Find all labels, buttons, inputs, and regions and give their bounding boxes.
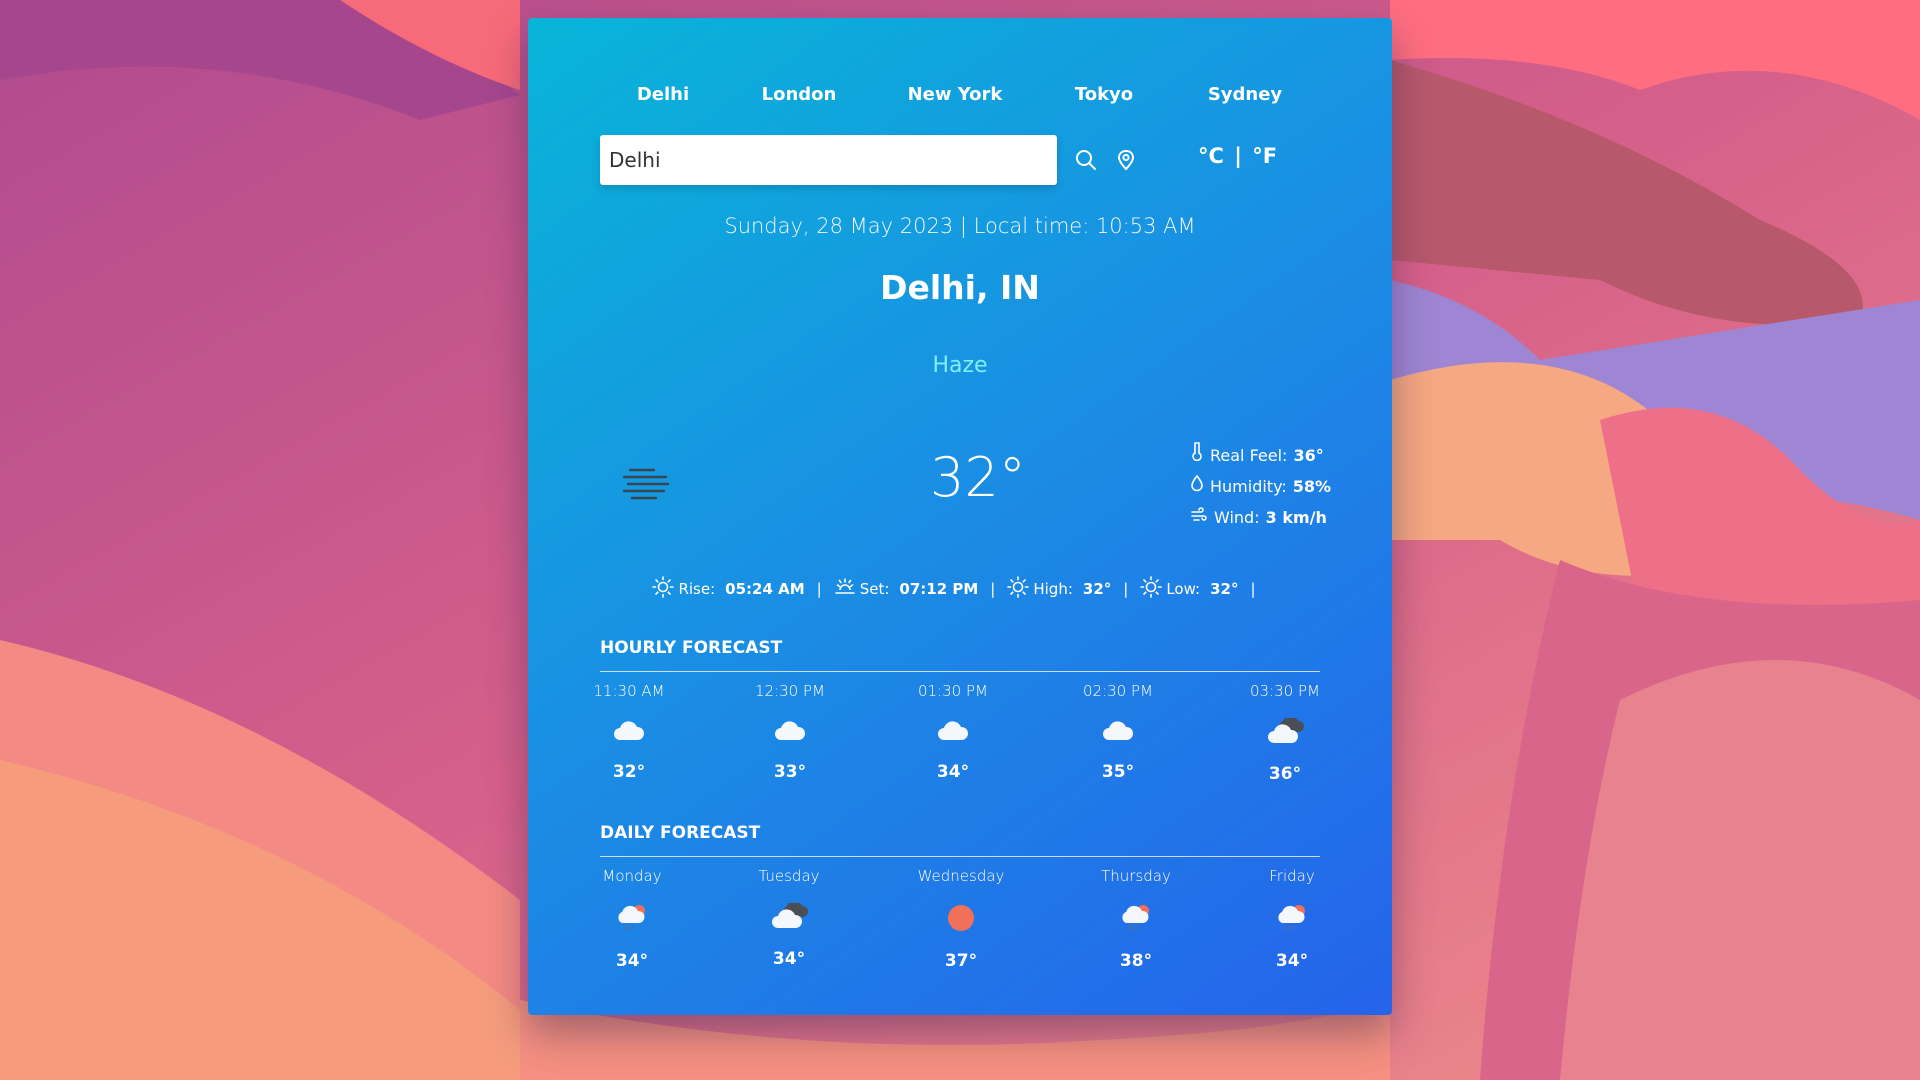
broken-clouds-icon [719, 900, 859, 935]
high-value: 32° [1082, 580, 1112, 598]
location-title: Delhi, IN [880, 268, 1040, 307]
daily-forecast-title: DAILY FORECAST [600, 823, 761, 843]
day-label: Monday [602, 867, 662, 885]
day-label: Wednesday [917, 867, 1005, 885]
weather-card: Delhi London New York Tokyo Sydney °C | … [528, 18, 1392, 1015]
high-label: High: [1033, 580, 1073, 598]
city-link-london[interactable]: London [762, 84, 837, 105]
humidity-value: 58% [1292, 477, 1332, 496]
day-temp: 34° [772, 949, 806, 969]
hourly-forecast-title: HOURLY FORECAST [600, 638, 783, 658]
real-feel-label: Real Feel: [1210, 446, 1288, 465]
date-time-text: Sunday, 28 May 2023 | Local time: 10:53 … [724, 214, 1196, 238]
weather-condition: Haze [932, 353, 988, 378]
hourly-forecast-item: 11:30 AM 32° [559, 682, 699, 782]
wind-icon [1190, 502, 1208, 533]
hourly-forecast-item: 02:30 PM 35° [1048, 682, 1188, 782]
city-link-sydney[interactable]: Sydney [1208, 84, 1282, 105]
droplet-icon [1190, 471, 1204, 502]
hour-label: 11:30 AM [593, 682, 665, 700]
hour-label: 02:30 PM [1083, 682, 1153, 700]
hourly-forecast-item: 03:30 PM 36° [1215, 682, 1355, 784]
wind-row: Wind: 3 km/h [1190, 502, 1331, 533]
daily-forecast-item: Tuesday 34° [719, 867, 859, 969]
city-link-delhi[interactable]: Delhi [637, 84, 689, 105]
low-temp-item: Low: 32° [1140, 576, 1238, 602]
separator: | [1250, 580, 1256, 598]
sun-icon [1007, 576, 1030, 602]
weather-details: Real Feel: 36° Humidity: 58% Wind: 3 km/… [1190, 440, 1331, 533]
day-temp: 37° [944, 951, 978, 971]
day-label: Thursday [1101, 867, 1171, 885]
low-label: Low: [1166, 580, 1201, 598]
unit-separator: | [1234, 144, 1242, 168]
city-link-new-york[interactable]: New York [908, 84, 1003, 105]
search-icon[interactable] [1075, 149, 1097, 175]
cloud-icon [1048, 718, 1188, 748]
hour-temp: 33° [773, 762, 807, 782]
city-link-tokyo[interactable]: Tokyo [1075, 84, 1133, 105]
hour-label: 12:30 PM [755, 682, 825, 700]
city-search-input[interactable] [600, 135, 1057, 185]
thermometer-icon [1190, 440, 1204, 471]
fahrenheit-button[interactable]: °F [1252, 144, 1277, 168]
daily-divider [600, 856, 1320, 857]
location-pin-icon[interactable] [1116, 149, 1136, 175]
sun-rain-cloud-icon [562, 903, 702, 937]
daily-forecast-item: Thursday 38° [1066, 867, 1206, 971]
cloud-icon [883, 718, 1023, 748]
daily-forecast-item: Friday 34° [1222, 867, 1362, 971]
sunrise-item: Rise: 05:24 AM [652, 576, 805, 602]
wind-value: 3 km/h [1265, 508, 1327, 527]
hour-temp: 35° [1101, 762, 1135, 782]
sunset-icon [834, 576, 856, 602]
hour-temp: 36° [1268, 764, 1302, 784]
unit-toggle: °C | °F [1198, 144, 1277, 168]
hourly-forecast-item: 12:30 PM 33° [720, 682, 860, 782]
daily-forecast-item: Monday 34° [562, 867, 702, 971]
separator: | [816, 580, 822, 598]
sunset-label: Set: [859, 580, 890, 598]
sun-icon [1140, 576, 1163, 602]
day-temp: 38° [1119, 951, 1153, 971]
hour-temp: 32° [612, 762, 646, 782]
hourly-forecast-item: 01:30 PM 34° [883, 682, 1023, 782]
hourly-divider [600, 671, 1320, 672]
separator: | [990, 580, 996, 598]
wind-label: Wind: [1214, 508, 1260, 527]
sun-rain-cloud-icon [1222, 903, 1362, 937]
sunrise-label: Rise: [678, 580, 716, 598]
sun-info-row: Rise: 05:24 AM | Set: 07:12 PM | High: 3… [528, 576, 1392, 602]
low-value: 32° [1210, 580, 1239, 598]
sunrise-icon [652, 576, 675, 602]
cloud-icon [559, 718, 699, 748]
hour-temp: 34° [936, 762, 970, 782]
sun-rain-cloud-icon [1066, 903, 1206, 937]
daily-forecast-item: Wednesday 37° [891, 867, 1031, 971]
real-feel-value: 36° [1293, 446, 1324, 465]
sunset-value: 07:12 PM [899, 580, 979, 598]
celsius-button[interactable]: °C [1198, 144, 1224, 168]
sunset-item: Set: 07:12 PM [834, 576, 979, 602]
sun-icon [891, 903, 1031, 937]
day-temp: 34° [1275, 951, 1309, 971]
haze-icon [620, 466, 672, 506]
hour-label: 03:30 PM [1250, 682, 1320, 700]
current-temperature: 32° [930, 446, 1026, 509]
sunrise-value: 05:24 AM [725, 580, 805, 598]
hour-label: 01:30 PM [918, 682, 988, 700]
day-label: Tuesday [758, 867, 820, 885]
humidity-label: Humidity: [1210, 477, 1287, 496]
real-feel-row: Real Feel: 36° [1190, 440, 1331, 471]
day-temp: 34° [615, 951, 649, 971]
broken-clouds-icon [1215, 715, 1355, 750]
city-nav: Delhi London New York Tokyo Sydney [528, 84, 1392, 114]
high-temp-item: High: 32° [1007, 576, 1111, 602]
day-label: Friday [1269, 867, 1315, 885]
separator: | [1123, 580, 1129, 598]
humidity-row: Humidity: 58% [1190, 471, 1331, 502]
cloud-icon [720, 718, 860, 748]
